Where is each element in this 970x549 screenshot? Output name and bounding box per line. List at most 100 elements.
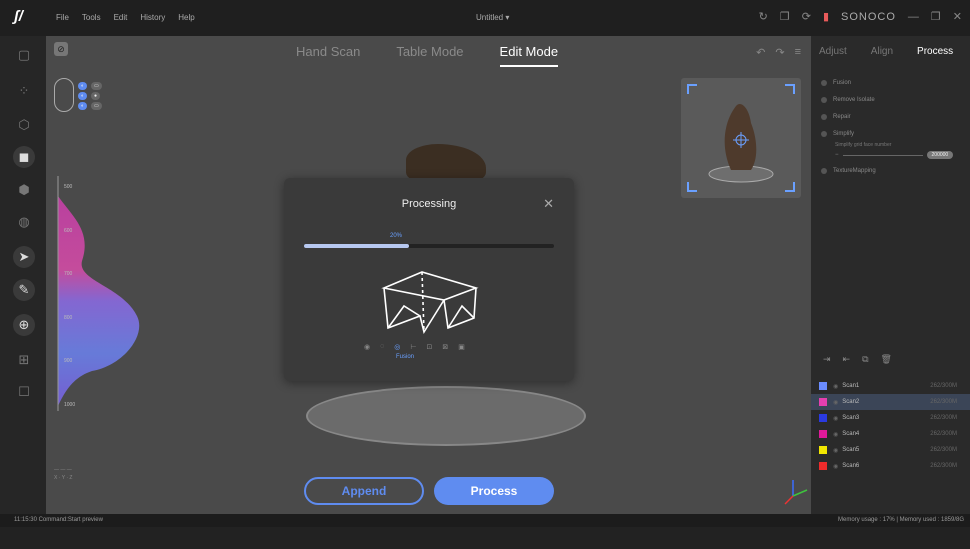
right-panel: Adjust Align Process Fusion Remove Isola… bbox=[811, 36, 970, 514]
frame-icon[interactable]: ☐ bbox=[13, 381, 35, 403]
histogram-label: 600 bbox=[64, 228, 73, 234]
scan-color-swatch bbox=[819, 430, 827, 438]
slider-track[interactable] bbox=[842, 154, 923, 156]
simplify-slider[interactable]: − 200000 bbox=[835, 148, 954, 162]
eye-icon[interactable]: ◉ bbox=[833, 383, 838, 390]
list-icon[interactable]: ≡ bbox=[795, 46, 801, 59]
histogram-label: 800 bbox=[64, 315, 73, 321]
tab-process[interactable]: Process bbox=[917, 46, 953, 57]
eye-icon[interactable]: ◉ bbox=[833, 463, 838, 470]
simplify-value[interactable]: 200000 bbox=[926, 151, 954, 159]
memory-usage: Memory usage : 17% | Memory used : 1859/… bbox=[838, 517, 964, 523]
mouse-hint: ◐ ▭ ◐ ● ◐ ▭ bbox=[54, 78, 234, 114]
cube-wire-icon[interactable]: ⬢ bbox=[13, 179, 35, 201]
process-steps: ◉ ◌ ◎ ⊢ ⊡ ⊠ ▣ bbox=[364, 343, 465, 351]
list-item[interactable]: ◉ Scan5 262/300M bbox=[811, 442, 970, 458]
preview-thumbnail[interactable] bbox=[681, 78, 801, 198]
step-view-icon: ◉ bbox=[364, 344, 371, 351]
scan-name: Scan5 bbox=[842, 447, 860, 453]
brush-icon[interactable]: ✎ bbox=[13, 279, 35, 301]
scan-name: Scan3 bbox=[842, 415, 860, 421]
panel-tabs: Adjust Align Process bbox=[819, 46, 953, 57]
document-title-text: Untitled bbox=[476, 13, 504, 22]
list-item[interactable]: ◉ Scan1 262/300M bbox=[811, 378, 970, 394]
scan-size: 262/300M bbox=[930, 447, 957, 453]
tab-adjust[interactable]: Adjust bbox=[819, 46, 847, 57]
close-icon[interactable]: ✕ bbox=[543, 196, 554, 212]
process-option-texture-mapping[interactable]: TextureMapping bbox=[821, 162, 953, 179]
redo-icon[interactable]: ↷ bbox=[775, 46, 784, 59]
turntable bbox=[306, 386, 586, 446]
histogram-label: 900 bbox=[64, 358, 73, 364]
append-button[interactable]: Append bbox=[304, 477, 424, 505]
process-options: Fusion Remove Isolate Repair Simplify Si… bbox=[821, 74, 954, 179]
list-item[interactable]: ◉ Scan2 262/300M bbox=[811, 394, 970, 410]
process-option-remove-isolate[interactable]: Remove Isolate bbox=[821, 91, 953, 108]
status-bar: 11:15:30 Command:Start preview Memory us… bbox=[0, 514, 970, 527]
viewport-mode-icon[interactable]: ⊘ bbox=[54, 42, 68, 56]
menu-file[interactable]: File bbox=[56, 13, 69, 22]
menu-help[interactable]: Help bbox=[178, 13, 194, 22]
progress-bar bbox=[304, 244, 554, 248]
refresh-icon[interactable]: ↻ bbox=[759, 10, 768, 23]
import-icon[interactable]: ⇥ bbox=[823, 354, 831, 365]
pointer-icon[interactable]: ➤ bbox=[13, 246, 35, 268]
point-cloud-icon[interactable]: ⁘ bbox=[13, 80, 35, 102]
close-icon[interactable]: ✕ bbox=[953, 10, 962, 23]
menu-history[interactable]: History bbox=[140, 13, 165, 22]
grid-icon[interactable]: ⊞ bbox=[13, 349, 35, 371]
list-item[interactable]: ◉ Scan3 262/300M bbox=[811, 410, 970, 426]
export-icon[interactable]: ⇤ bbox=[843, 354, 851, 365]
process-button[interactable]: Process bbox=[434, 477, 554, 505]
tab-table-mode[interactable]: Table Mode bbox=[396, 44, 463, 67]
mesh-icon[interactable]: ⬡ bbox=[13, 114, 35, 136]
eye-icon[interactable]: ◉ bbox=[833, 447, 838, 454]
mouse-icon bbox=[54, 78, 74, 112]
crosshair-icon[interactable]: ⊕ bbox=[13, 314, 35, 336]
list-item[interactable]: ◉ Scan4 262/300M bbox=[811, 426, 970, 442]
dialog-title: Processing bbox=[401, 198, 457, 210]
thumbnail-corner bbox=[785, 84, 795, 94]
eye-icon[interactable]: ◉ bbox=[833, 399, 838, 406]
step-fusion-icon: ◎ bbox=[394, 344, 401, 351]
sync-icon[interactable]: ⟳ bbox=[802, 10, 811, 23]
tab-hand-scan[interactable]: Hand Scan bbox=[296, 44, 360, 67]
sphere-icon[interactable]: ◍ bbox=[13, 211, 35, 233]
3d-viewport[interactable]: ⊘ Hand Scan Table Mode Edit Mode ↶ ↷ ≡ ◐… bbox=[46, 36, 811, 514]
scan-name: Scan6 bbox=[842, 463, 860, 469]
thumbnail-corner bbox=[785, 182, 795, 192]
document-title[interactable]: Untitled ▾ bbox=[476, 13, 509, 22]
tab-align[interactable]: Align bbox=[871, 46, 893, 57]
merge-icon[interactable]: ⧉ bbox=[862, 354, 868, 365]
trash-icon[interactable]: 🗑 bbox=[881, 354, 892, 365]
maximize-icon[interactable]: ❐ bbox=[931, 10, 941, 23]
scan-color-swatch bbox=[819, 398, 827, 406]
copy-icon[interactable]: ❐ bbox=[780, 10, 790, 23]
scan-size: 262/300M bbox=[930, 399, 957, 405]
menu-tools[interactable]: Tools bbox=[82, 13, 101, 22]
scan-color-swatch bbox=[819, 446, 827, 454]
select-box-icon[interactable]: ▢ bbox=[13, 44, 35, 66]
scan-size: 262/300M bbox=[930, 463, 957, 469]
undo-icon[interactable]: ↶ bbox=[756, 46, 765, 59]
minimize-icon[interactable]: — bbox=[908, 11, 919, 23]
scan-tools: ⇥ ⇤ ⧉ 🗑 bbox=[823, 354, 892, 365]
scan-color-swatch bbox=[819, 382, 827, 390]
menu-edit[interactable]: Edit bbox=[114, 13, 128, 22]
cube-icon[interactable]: ◼ bbox=[13, 146, 35, 168]
bookmark-icon[interactable]: ▮ bbox=[823, 10, 829, 23]
process-option-fusion[interactable]: Fusion bbox=[821, 74, 953, 91]
eye-icon[interactable]: ◉ bbox=[833, 431, 838, 438]
histogram-label: 500 bbox=[64, 184, 73, 190]
process-option-repair[interactable]: Repair bbox=[821, 108, 953, 125]
tab-edit-mode[interactable]: Edit Mode bbox=[499, 44, 559, 67]
current-step-label: Fusion bbox=[396, 354, 415, 360]
list-item[interactable]: ◉ Scan6 262/300M bbox=[811, 458, 970, 474]
brand-label: SONOCO bbox=[841, 10, 896, 23]
progress-fill bbox=[304, 244, 409, 248]
minus-icon[interactable]: − bbox=[835, 152, 839, 158]
scan-name: Scan2 bbox=[842, 399, 860, 405]
process-option-label: Repair bbox=[833, 113, 851, 120]
eye-icon[interactable]: ◉ bbox=[833, 415, 838, 422]
process-option-simplify[interactable]: Simplify bbox=[821, 125, 953, 142]
